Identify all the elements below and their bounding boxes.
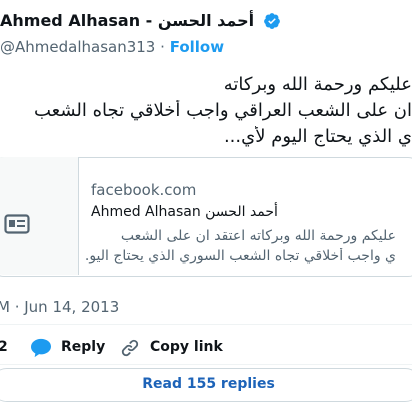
separator-dot: · xyxy=(160,38,165,56)
copy-link-button[interactable]: Copy link xyxy=(150,339,223,355)
card-description-line-1: عليكم ورحمة الله وبركاته اعتقد ان على ال… xyxy=(120,228,396,244)
author-handle-line: @Ahmedalhasan313 · Follow xyxy=(0,38,224,56)
verified-badge-icon xyxy=(263,12,280,29)
divider xyxy=(0,364,412,365)
tweet-text-line-1: عليكم ورحمة الله وبركاته xyxy=(223,74,412,95)
card-description-line-2: ي واجب أخلاقي تجاه الشعب السوري الذي يحت… xyxy=(86,248,396,264)
reply-icon[interactable] xyxy=(30,338,52,358)
author-display-name[interactable]: Ahmed Alhasan - أحمد الحسن xyxy=(0,11,254,30)
follow-button[interactable]: Follow xyxy=(170,38,224,56)
author-handle[interactable]: @Ahmedalhasan313 xyxy=(0,38,155,56)
tweet-text-line-2: ان على الشعب العراقي واجب أخلاقي تجاه ال… xyxy=(34,100,412,121)
author-name-line[interactable]: Ahmed Alhasan - أحمد الحسن xyxy=(0,10,412,36)
divider xyxy=(0,324,412,325)
reply-button[interactable]: Reply xyxy=(61,339,105,355)
tweet-text-line-3: ي الذي يحتاج اليوم لأي... xyxy=(223,126,412,147)
read-replies-label[interactable]: Read 155 replies xyxy=(0,376,412,392)
article-card-icon xyxy=(4,214,30,234)
like-count[interactable]: 2 xyxy=(0,339,8,355)
card-title: Ahmed Alhasan أحمد الحسن xyxy=(91,204,278,220)
tweet-timestamp[interactable]: M · Jun 14, 2013 xyxy=(0,298,119,316)
card-domain: facebook.com xyxy=(91,181,197,199)
copy-link-icon[interactable] xyxy=(120,338,140,358)
